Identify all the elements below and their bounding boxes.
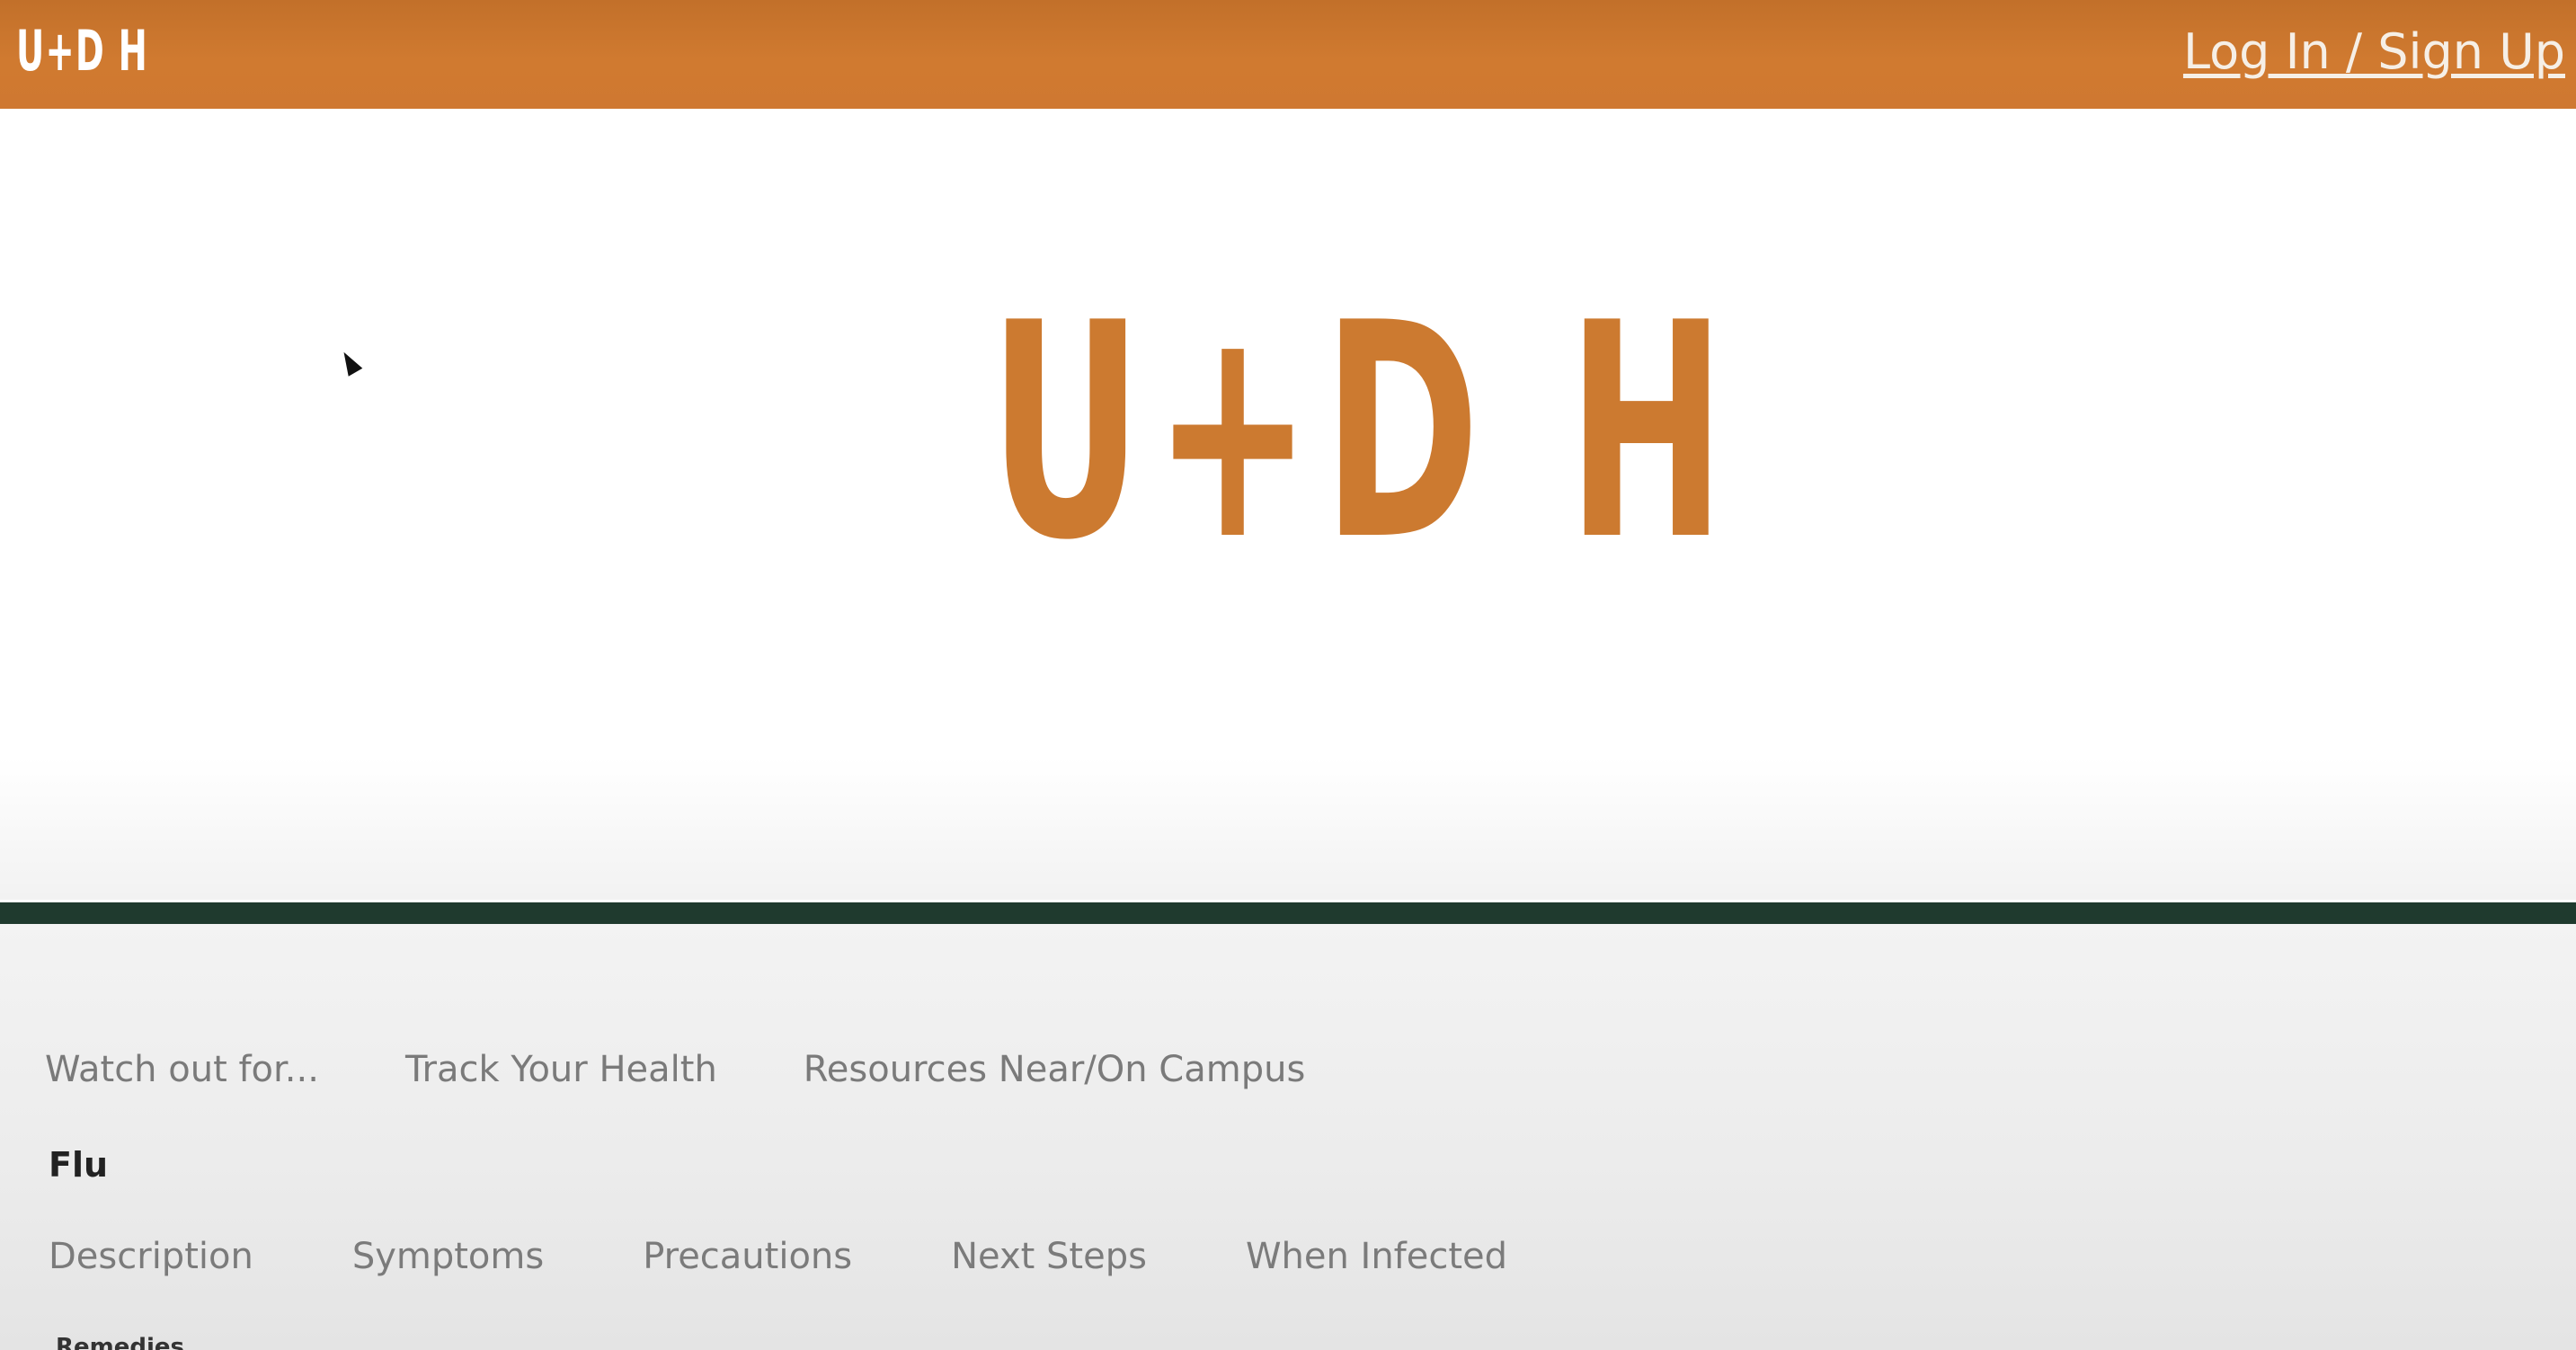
section-divider: [0, 902, 2576, 924]
top-navigation-bar: U+D H Log In / Sign Up: [0, 0, 2576, 109]
tab-description[interactable]: Description: [49, 1236, 253, 1277]
main-navigation: Watch out for... Track Your Health Resou…: [45, 1043, 1305, 1097]
nav-resources-near-on-campus[interactable]: Resources Near/On Campus: [804, 1049, 1306, 1090]
tab-symptoms[interactable]: Symptoms: [352, 1236, 544, 1277]
section-title: Flu: [49, 1145, 109, 1185]
flu-subnavigation: Description Symptoms Precautions Next St…: [49, 1230, 1507, 1283]
tab-precautions[interactable]: Precautions: [643, 1236, 852, 1277]
tab-when-infected[interactable]: When Infected: [1246, 1236, 1507, 1277]
remedies-label: Remedies: [56, 1334, 185, 1350]
hero-logo: U+D H: [989, 260, 1737, 605]
content-area: [0, 924, 2576, 1350]
hero-section: U+D H: [0, 109, 2576, 900]
login-signup-link[interactable]: Log In / Sign Up: [2183, 23, 2565, 80]
nav-watch-out-for[interactable]: Watch out for...: [45, 1049, 319, 1090]
nav-track-your-health[interactable]: Track Your Health: [405, 1049, 717, 1090]
header-logo[interactable]: U+D H: [16, 20, 148, 83]
tab-next-steps[interactable]: Next Steps: [951, 1236, 1147, 1277]
